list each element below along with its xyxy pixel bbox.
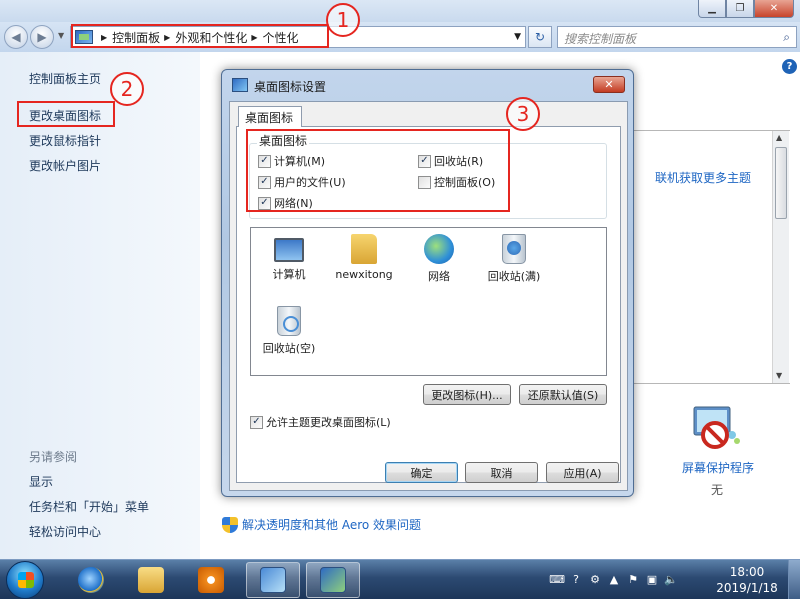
media-player-icon [198, 567, 224, 593]
network-icon [424, 234, 454, 264]
cancel-button[interactable]: 取消 [465, 462, 538, 483]
recycle-bin-full-icon [502, 234, 526, 264]
address-dropdown-icon[interactable]: ▼ [514, 32, 521, 42]
search-placeholder: 搜索控制面板 [564, 32, 637, 46]
dialog-title: 桌面图标设置 [254, 80, 327, 94]
volume-icon[interactable]: 🔈 [664, 572, 678, 586]
icon-preview-list[interactable]: 计算机 newxitong 网络 回收站(满) 回收站(空) [250, 227, 607, 376]
search-input[interactable]: 搜索控制面板 ⌕ [557, 26, 797, 48]
start-button[interactable] [6, 561, 44, 599]
scroll-thumb[interactable] [775, 147, 787, 219]
forward-button[interactable]: ▶ [30, 25, 54, 49]
link-ease-of-access[interactable]: 轻松访问中心 [29, 523, 101, 540]
dialog-close-button[interactable]: ✕ [593, 76, 625, 93]
settings-icon[interactable]: ⚙ [588, 572, 602, 586]
taskbar-control-panel[interactable] [246, 562, 300, 598]
theme-scrollbar[interactable]: ▲ ▼ [772, 131, 789, 383]
checkbox-allow-themes[interactable]: ✓ 允许主题更改桌面图标(L) [250, 414, 391, 430]
see-also-heading: 另请参阅 [29, 450, 78, 464]
icon-label: 回收站(空) [262, 342, 316, 355]
annotation-box-breadcrumb [71, 24, 329, 48]
taskbar-desktop-settings[interactable] [306, 562, 360, 598]
computer-icon [274, 238, 304, 262]
annotation-box-checkboxes [246, 129, 510, 212]
checkbox-label: 允许主题更改桌面图标(L) [266, 416, 391, 429]
link-change-account-picture[interactable]: 更改帐户图片 [29, 157, 101, 174]
close-button[interactable]: ✕ [754, 0, 794, 18]
refresh-button[interactable]: ↻ [528, 26, 552, 48]
chevron-up-icon[interactable]: ▲ [607, 572, 621, 586]
taskbar-media-player[interactable] [184, 562, 238, 598]
link-aero-troubleshoot[interactable]: 解决透明度和其他 Aero 效果问题 [222, 516, 421, 533]
ok-button[interactable]: 确定 [385, 462, 458, 483]
checkbox-box[interactable]: ✓ [250, 415, 263, 429]
recent-pages-dropdown[interactable]: ▼ [58, 31, 64, 40]
minimize-button[interactable]: ▁ [698, 0, 726, 18]
network-icon[interactable]: ▣ [645, 572, 659, 586]
clock[interactable]: 18:00 2019/1/18 [712, 564, 782, 596]
restore-default-button[interactable]: 还原默认值(S) [519, 384, 607, 405]
taskbar-explorer[interactable] [124, 562, 178, 598]
system-tray: ⌨ ? ⚙ ▲ ⚑ ▣ 🔈 [549, 572, 678, 586]
link-get-more-themes[interactable]: 联机获取更多主题 [655, 169, 751, 186]
taskbar: ⌨ ? ⚙ ▲ ⚑ ▣ 🔈 18:00 2019/1/18 [0, 559, 800, 599]
clock-time: 18:00 [729, 565, 765, 579]
annotation-box-change-icons [17, 101, 115, 127]
folder-icon [138, 567, 164, 593]
internet-explorer-icon [78, 567, 104, 593]
screensaver-icon[interactable] [690, 405, 742, 449]
scroll-down-icon[interactable]: ▼ [776, 371, 782, 380]
annotation-number-2: 2 [110, 72, 144, 106]
link-change-mouse-pointers[interactable]: 更改鼠标指针 [29, 132, 101, 149]
tab-desktop-icons[interactable]: 桌面图标 [238, 106, 302, 127]
clock-date: 2019/1/18 [716, 581, 778, 595]
flag-icon[interactable]: ⚑ [626, 572, 640, 586]
control-panel-icon [260, 567, 286, 593]
icon-item-recycle-bin-empty[interactable]: 回收站(空) [249, 306, 329, 356]
link-display[interactable]: 显示 [29, 473, 53, 490]
aero-link-label: 解决透明度和其他 Aero 效果问题 [242, 518, 422, 532]
keyboard-icon[interactable]: ⌨ [549, 572, 565, 586]
change-icon-button[interactable]: 更改图标(H)... [423, 384, 511, 405]
link-control-panel-home[interactable]: 控制面板主页 [29, 70, 101, 87]
help-icon[interactable]: ? [782, 59, 797, 74]
title-bar: ▁ ❐ ✕ [0, 0, 800, 22]
desktop-settings-icon [232, 78, 248, 92]
annotation-number-1: 1 [326, 3, 360, 37]
icon-item-user-files[interactable]: newxitong [324, 234, 404, 281]
user-folder-icon [351, 234, 377, 264]
maximize-button[interactable]: ❐ [726, 0, 754, 18]
icon-item-network[interactable]: 网络 [399, 234, 479, 284]
window-controls: ▁ ❐ ✕ [698, 0, 794, 18]
shield-icon [222, 516, 238, 533]
apply-button[interactable]: 应用(A) [546, 462, 619, 483]
recycle-bin-empty-icon [277, 306, 301, 336]
desktop-settings-icon [320, 567, 346, 593]
back-button[interactable]: ◀ [4, 25, 28, 49]
scroll-up-icon[interactable]: ▲ [776, 133, 782, 142]
icon-label: 回收站(满) [487, 270, 541, 283]
search-icon[interactable]: ⌕ [783, 30, 790, 45]
icon-item-computer[interactable]: 计算机 [249, 234, 329, 282]
icon-item-recycle-bin-full[interactable]: 回收站(满) [474, 234, 554, 284]
icon-label: 网络 [428, 270, 450, 283]
annotation-number-3: 3 [506, 97, 540, 131]
icon-label: newxitong [335, 268, 393, 281]
icon-label: 计算机 [272, 268, 306, 281]
taskbar-internet-explorer[interactable] [64, 562, 118, 598]
help-icon[interactable]: ? [569, 572, 583, 586]
show-desktop-button[interactable] [788, 560, 800, 599]
screensaver-value: 无 [711, 483, 724, 497]
link-taskbar-start-menu[interactable]: 任务栏和「开始」菜单 [29, 498, 149, 515]
link-screensaver[interactable]: 屏幕保护程序 [682, 459, 754, 476]
